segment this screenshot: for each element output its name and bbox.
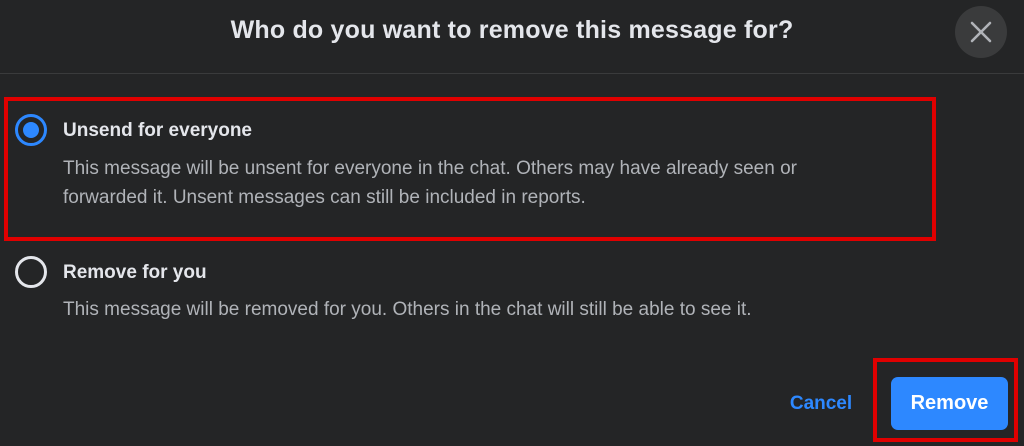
cancel-button[interactable]: Cancel <box>776 386 866 422</box>
remove-message-dialog: Who do you want to remove this message f… <box>0 0 1024 446</box>
option-title-remove: Remove for you <box>63 262 207 283</box>
option-remove-for-you[interactable]: Remove for you This message will be remo… <box>0 250 940 330</box>
radio-remove-for-you[interactable] <box>15 256 47 288</box>
option-title-unsend: Unsend for everyone <box>63 120 252 141</box>
option-description-remove: This message will be removed for you. Ot… <box>63 299 752 320</box>
option-description-unsend-line1: This message will be unsent for everyone… <box>63 158 797 179</box>
radio-unsend-for-everyone[interactable] <box>15 114 47 146</box>
dialog-title: Who do you want to remove this message f… <box>230 16 794 44</box>
radio-selected-dot <box>23 122 39 138</box>
close-icon <box>970 21 992 43</box>
option-description-unsend-line2: forwarded it. Unsent messages can still … <box>63 187 586 208</box>
close-button[interactable] <box>955 6 1007 58</box>
option-unsend-for-everyone[interactable]: Unsend for everyone This message will be… <box>0 97 940 240</box>
remove-button[interactable]: Remove <box>891 377 1008 430</box>
dialog-header: Who do you want to remove this message f… <box>0 0 1024 74</box>
